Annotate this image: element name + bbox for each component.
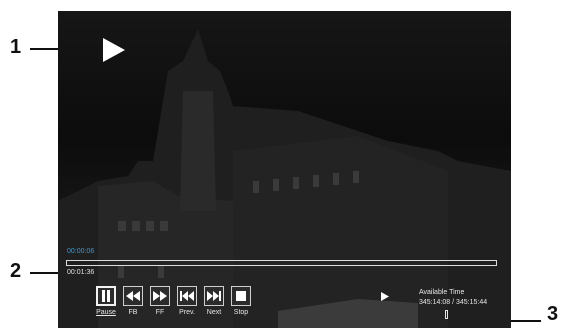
callout-label-2: 2 [10, 260, 22, 282]
pause-control[interactable]: Pause [94, 286, 118, 316]
available-time-label: Available Time [419, 289, 465, 296]
play-status-icon [381, 292, 389, 301]
pause-button[interactable] [96, 286, 116, 306]
fast-forward-icon [153, 291, 167, 301]
large-play-icon[interactable] [103, 38, 125, 62]
stop-button[interactable] [231, 286, 251, 306]
callout-label-3: 3 [547, 303, 559, 325]
elapsed-time: 00:00:06 [67, 248, 95, 255]
remaining-time: 00:01:36 [67, 269, 95, 276]
previous-control[interactable]: Prev. [175, 286, 199, 316]
fast-backward-label: FB [128, 309, 138, 316]
stop-label: Stop [233, 309, 249, 316]
fast-backward-button[interactable] [123, 286, 143, 306]
next-icon [207, 291, 221, 301]
available-time-marker [445, 310, 448, 319]
fast-forward-label: FF [155, 309, 165, 316]
previous-icon [180, 291, 194, 301]
next-button[interactable] [204, 286, 224, 306]
stop-icon [236, 291, 246, 301]
callout-label-1: 1 [10, 36, 22, 58]
pause-icon [102, 290, 110, 302]
fast-backward-control[interactable]: FB [121, 286, 145, 316]
next-control[interactable]: Next [202, 286, 226, 316]
next-label: Next [206, 309, 222, 316]
progress-bar[interactable] [66, 260, 497, 266]
stop-control[interactable]: Stop [229, 286, 253, 316]
fast-forward-button[interactable] [150, 286, 170, 306]
fast-forward-control[interactable]: FF [148, 286, 172, 316]
available-time: Available Time 345:14:08 / 345:15:44 [419, 288, 487, 308]
previous-button[interactable] [177, 286, 197, 306]
playback-controls: Pause FB FF Prev. Next Stop [94, 286, 253, 316]
fast-backward-icon [126, 291, 140, 301]
available-time-value: 345:14:08 / 345:15:44 [419, 299, 488, 306]
video-frame [58, 29, 511, 328]
previous-label: Prev. [179, 309, 195, 316]
video-screen[interactable]: 00:00:06 00:01:36 Pause FB FF Prev. Next… [58, 11, 511, 328]
pause-label: Pause [96, 309, 116, 316]
